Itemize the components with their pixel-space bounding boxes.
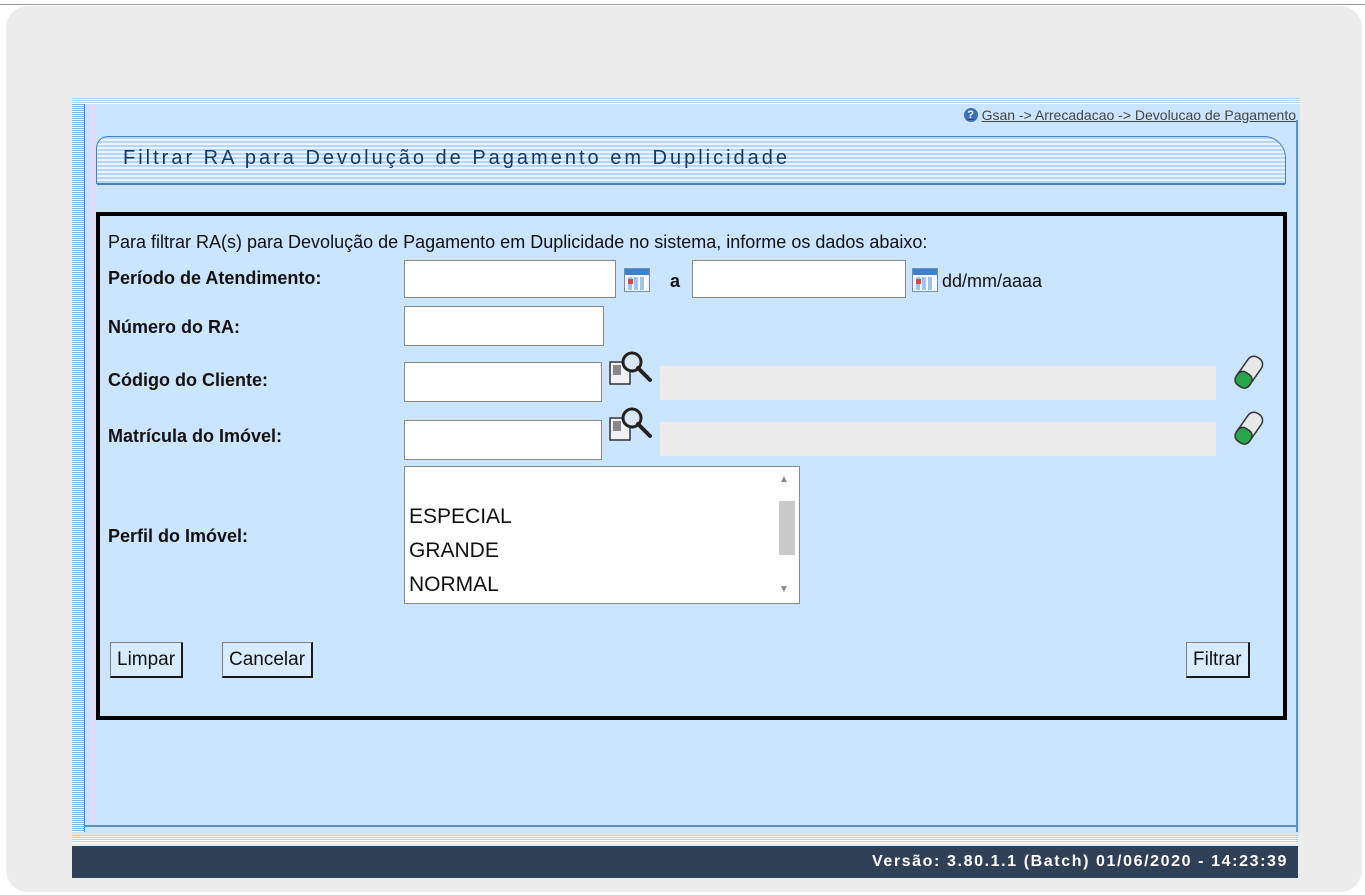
footer-bar: Versão: 3.80.1.1 (Batch) 01/06/2020 - 14… xyxy=(72,846,1298,878)
page-title-tab: Filtrar RA para Devolução de Pagamento e… xyxy=(96,136,1286,185)
numero-ra-input[interactable] xyxy=(404,306,604,346)
matricula-input[interactable] xyxy=(404,420,602,460)
frame-bottom-border xyxy=(84,825,1298,827)
scrollbar-thumb[interactable] xyxy=(779,501,795,555)
scroll-down-arrow-icon[interactable]: ▼ xyxy=(769,581,799,599)
cliente-nome-display xyxy=(660,366,1216,400)
numero-ra-label: Número do RA: xyxy=(108,317,240,337)
version-text: Versão: 3.80.1.1 (Batch) 01/06/2020 - 14… xyxy=(871,853,1288,870)
magnifier-icon[interactable] xyxy=(608,350,654,388)
date-format-hint: dd/mm/aaaa xyxy=(942,271,1043,291)
frame-right-border xyxy=(1296,120,1298,832)
breadcrumb-text[interactable]: Gsan -> Arrecadacao -> Devolucao de Paga… xyxy=(982,107,1296,123)
title-underline xyxy=(97,183,1285,185)
filtrar-button[interactable]: Filtrar xyxy=(1186,642,1250,678)
periodo-label: Período de Atendimento: xyxy=(108,268,322,288)
frame-top-bar xyxy=(72,98,1300,104)
instructions-text: Para filtrar RA(s) para Devolução de Pag… xyxy=(108,232,928,252)
page-title: Filtrar RA para Devolução de Pagamento e… xyxy=(123,147,791,169)
imovel-descricao-display xyxy=(660,422,1216,456)
scroll-up-arrow-icon[interactable]: ▲ xyxy=(769,471,799,489)
periodo-inicio-input[interactable] xyxy=(404,260,616,298)
top-border xyxy=(0,0,1365,5)
matricula-label: Matrícula do Imóvel: xyxy=(108,426,283,446)
frame-left-bar xyxy=(72,104,85,832)
limpar-button[interactable]: Limpar xyxy=(110,642,184,678)
magnifier-icon[interactable] xyxy=(608,406,654,444)
cancelar-button[interactable]: Cancelar xyxy=(222,642,314,678)
breadcrumb[interactable]: ? Gsan -> Arrecadacao -> Devolucao de Pa… xyxy=(963,107,1296,123)
codigo-cliente-label: Código do Cliente: xyxy=(108,370,268,390)
calendar-icon[interactable] xyxy=(912,268,938,292)
codigo-cliente-input[interactable] xyxy=(404,362,602,402)
list-item[interactable]: ESPECIAL xyxy=(409,505,512,529)
listbox-scrollbar[interactable]: ▲ ▼ xyxy=(769,467,799,603)
perfil-listbox[interactable]: ESPECIAL GRANDE NORMAL ▲ ▼ xyxy=(404,466,800,604)
periodo-separator: a xyxy=(670,271,681,291)
footer-separator xyxy=(72,835,1298,843)
list-item[interactable]: GRANDE xyxy=(409,539,499,563)
calendar-icon[interactable] xyxy=(624,268,650,292)
perfil-label: Perfil do Imóvel: xyxy=(108,526,249,546)
periodo-fim-input[interactable] xyxy=(692,260,906,298)
eraser-icon[interactable] xyxy=(1234,352,1264,392)
help-icon[interactable]: ? xyxy=(963,108,978,122)
list-item[interactable]: NORMAL xyxy=(409,573,499,597)
filter-form-panel: Para filtrar RA(s) para Devolução de Pag… xyxy=(96,212,1287,720)
eraser-icon[interactable] xyxy=(1234,408,1264,448)
